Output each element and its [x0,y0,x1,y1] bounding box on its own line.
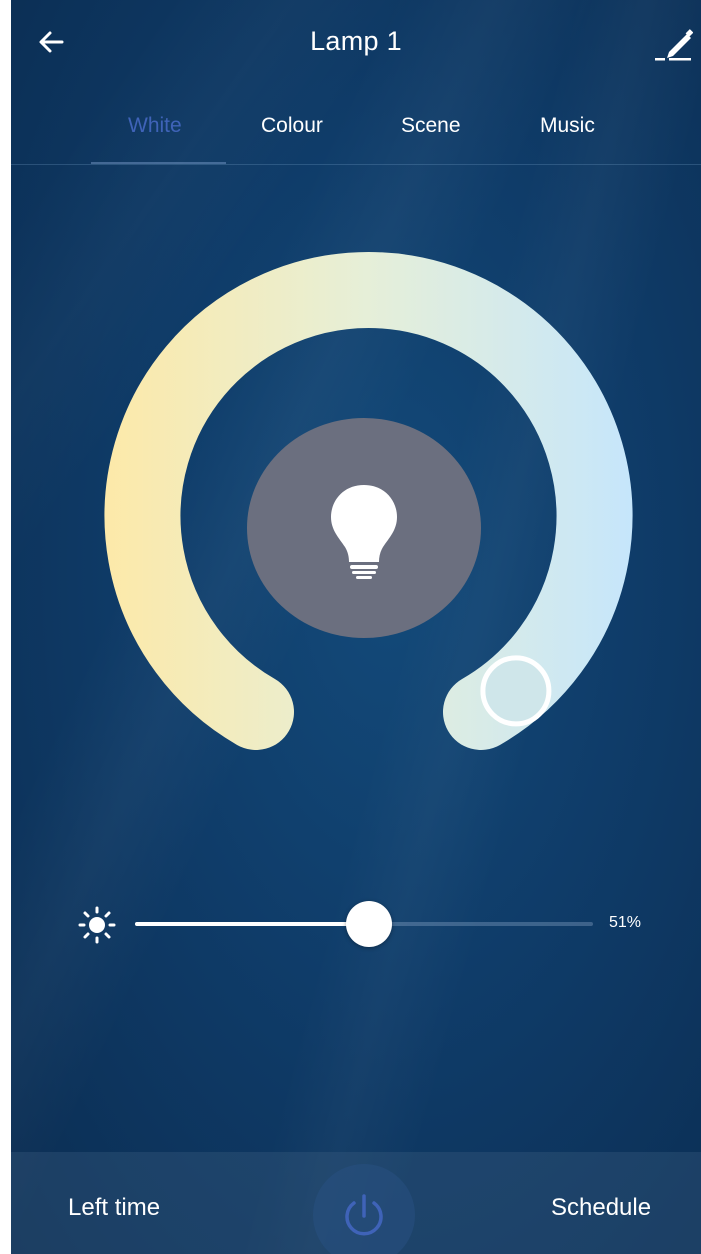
lamp-control-screen: Lamp 1 White Colour Scene Music 51% Left… [11,0,701,1254]
brightness-percentage: 51% [609,914,642,931]
temperature-handle[interactable] [480,655,552,727]
schedule-button[interactable]: Schedule [551,1194,651,1222]
color-temperature-dial[interactable] [11,0,701,1254]
left-time-button[interactable]: Left time [68,1194,160,1222]
brightness-track-fill [135,922,369,926]
power-icon [345,1194,383,1236]
bottom-bar: Left time Schedule [11,1152,701,1254]
power-button[interactable] [313,1164,415,1254]
brightness-thumb[interactable] [345,901,392,947]
sun-icon [78,906,116,944]
brightness-slider-row: 51% [11,880,701,960]
